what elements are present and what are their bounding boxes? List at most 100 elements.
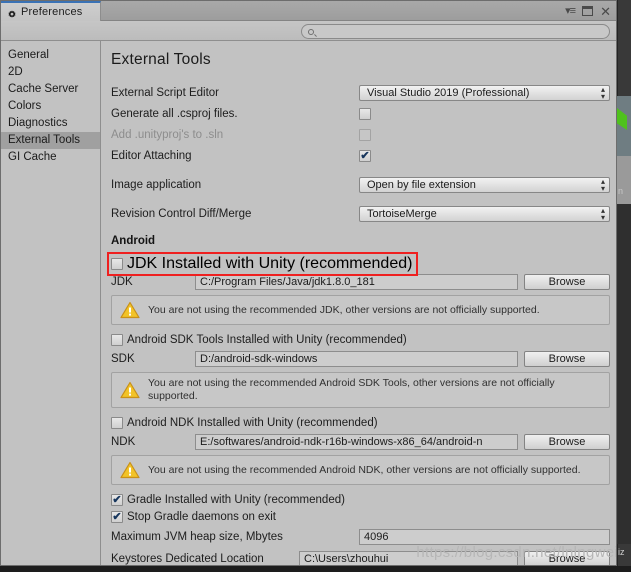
row-ndk-checkbox: Android NDK Installed with Unity (recomm… [111, 414, 610, 431]
row-generate-csproj: Generate all .csproj files. [111, 104, 610, 123]
checkbox-stop-gradle-daemons[interactable]: ✔ [111, 510, 123, 523]
dropdown-external-script-editor[interactable]: Visual Studio 2019 (Professional) ▴ ▾ [359, 84, 610, 101]
preferences-window: Preferences ▾≡ ✕ General 2D Cache Server… [0, 0, 617, 566]
label-ndk: NDK [111, 435, 136, 448]
input-keystores-location[interactable]: C:\Users\zhouhui [299, 550, 518, 565]
maximize-icon[interactable] [582, 6, 594, 16]
chevron-updown-icon: ▴ ▾ [600, 176, 605, 193]
label-sdk-installed: Android SDK Tools Installed with Unity (… [127, 333, 407, 346]
panel-menu-icon[interactable]: ▾≡ [565, 5, 576, 17]
label-keystores-location: Keystores Dedicated Location [111, 552, 264, 565]
warning-box-sdk: You are not using the recommended Androi… [111, 372, 610, 408]
backdrop-inspector-strip [617, 156, 631, 204]
search-bar-row [1, 21, 616, 41]
label-gradle-installed: Gradle Installed with Unity (recommended… [127, 493, 345, 506]
warning-text-sdk: You are not using the recommended Androi… [148, 377, 555, 402]
row-sdk-path: SDK D:/android-sdk-windows Browse [111, 349, 610, 368]
warning-text-jdk: You are not using the recommended JDK, o… [148, 303, 540, 316]
section-header-android: Android [111, 235, 156, 247]
tab-preferences[interactable]: Preferences [1, 1, 101, 21]
row-sdk-checkbox: Android SDK Tools Installed with Unity (… [111, 331, 610, 348]
checkbox-jdk-installed[interactable] [111, 258, 123, 270]
check-mark-icon: ✔ [112, 493, 122, 506]
window-body: General 2D Cache Server Colors Diagnosti… [1, 41, 616, 565]
backdrop-status-bar [0, 566, 631, 572]
warning-text-ndk: You are not using the recommended Androi… [148, 463, 581, 476]
warning-box-jdk: You are not using the recommended JDK, o… [111, 295, 610, 325]
warning-triangle-icon [120, 301, 140, 319]
label-jvm-heap: Maximum JVM heap size, Mbytes [111, 530, 283, 543]
label-ndk-installed: Android NDK Installed with Unity (recomm… [127, 416, 378, 429]
check-mark-icon: ✔ [112, 510, 122, 523]
content-pane: External Tools External Script Editor Vi… [101, 41, 616, 565]
label-add-unityproj: Add .unityproj's to .sln [111, 128, 224, 141]
row-image-application: Image application Open by file extension… [111, 175, 610, 194]
input-ndk-path[interactable]: E:/softwares/android-ndk-r16b-windows-x8… [195, 433, 518, 450]
gear-icon [7, 7, 17, 18]
row-revision-control: Revision Control Diff/Merge TortoiseMerg… [111, 204, 610, 223]
chevron-updown-icon: ▴ ▾ [600, 84, 605, 101]
screenshot-root: n iz Preferences ▾≡ ✕ General 2D Cache S… [0, 0, 631, 572]
browse-button-jdk[interactable]: Browse [524, 273, 610, 290]
row-ndk-path: NDK E:/softwares/android-ndk-r16b-window… [111, 432, 610, 451]
label-image-application: Image application [111, 178, 202, 191]
label-revision-control: Revision Control Diff/Merge [111, 207, 252, 220]
title-bar: Preferences ▾≡ ✕ [1, 1, 616, 21]
dropdown-value-script-editor: Visual Studio 2019 (Professional) [367, 86, 530, 99]
dropdown-value-image-application: Open by file extension [367, 178, 476, 191]
backdrop-text-n: n [618, 186, 624, 196]
warning-triangle-icon [120, 461, 140, 479]
label-editor-attaching: Editor Attaching [111, 149, 192, 162]
check-mark-icon: ✔ [360, 149, 370, 162]
page-title: External Tools [111, 51, 211, 68]
checkbox-editor-attaching[interactable]: ✔ [359, 149, 371, 162]
checkbox-generate-csproj[interactable] [359, 107, 371, 120]
row-jdk-checkbox: JDK Installed with Unity (recommended) [107, 252, 610, 276]
row-stop-gradle: ✔ Stop Gradle daemons on exit [111, 508, 610, 525]
sidebar-item-external-tools[interactable]: External Tools [1, 132, 100, 149]
search-box[interactable] [301, 24, 610, 39]
label-jdk: JDK [111, 275, 133, 288]
dropdown-image-application[interactable]: Open by file extension ▴ ▾ [359, 176, 610, 193]
checkbox-add-unityproj [359, 128, 371, 141]
backdrop-text-iz: iz [618, 547, 625, 557]
warning-box-ndk: You are not using the recommended Androi… [111, 455, 610, 485]
browse-button-sdk[interactable]: Browse [524, 350, 610, 367]
label-sdk: SDK [111, 352, 135, 365]
row-gradle-installed: ✔ Gradle Installed with Unity (recommend… [111, 491, 610, 508]
browse-button-keystores[interactable]: Browse [524, 550, 610, 565]
row-external-script-editor: External Script Editor Visual Studio 201… [111, 83, 610, 102]
close-icon[interactable]: ✕ [600, 5, 611, 18]
chevron-updown-icon: ▴ ▾ [600, 205, 605, 222]
sidebar: General 2D Cache Server Colors Diagnosti… [1, 41, 101, 565]
backdrop-dark-strip [617, 204, 631, 544]
checkbox-sdk-installed[interactable] [111, 333, 123, 346]
sidebar-item-general[interactable]: General [1, 47, 100, 64]
label-generate-csproj: Generate all .csproj files. [111, 107, 238, 120]
highlight-box-jdk: JDK Installed with Unity (recommended) [107, 252, 419, 276]
warning-triangle-icon [120, 381, 140, 399]
label-jdk-installed: JDK Installed with Unity (recommended) [127, 255, 413, 272]
row-jvm-heap: Maximum JVM heap size, Mbytes 4096 [111, 527, 610, 546]
sidebar-item-gi-cache[interactable]: GI Cache [1, 149, 100, 166]
search-input[interactable] [318, 26, 589, 37]
row-add-unityproj: Add .unityproj's to .sln [111, 125, 610, 144]
sidebar-item-diagnostics[interactable]: Diagnostics [1, 115, 100, 132]
sidebar-item-cache-server[interactable]: Cache Server [1, 81, 100, 98]
window-controls: ▾≡ ✕ [565, 1, 611, 21]
checkbox-gradle-installed[interactable]: ✔ [111, 493, 123, 506]
dropdown-value-revision-control: TortoiseMerge [367, 207, 437, 220]
input-jvm-heap[interactable]: 4096 [359, 528, 610, 545]
row-editor-attaching: Editor Attaching ✔ [111, 146, 610, 165]
tab-label: Preferences [21, 6, 83, 18]
sidebar-item-colors[interactable]: Colors [1, 98, 100, 115]
dropdown-revision-control[interactable]: TortoiseMerge ▴ ▾ [359, 205, 610, 222]
input-sdk-path[interactable]: D:/android-sdk-windows [195, 350, 518, 367]
sidebar-item-2d[interactable]: 2D [1, 64, 100, 81]
row-keystores: Keystores Dedicated Location C:\Users\zh… [111, 549, 610, 565]
label-stop-gradle-daemons: Stop Gradle daemons on exit [127, 510, 276, 523]
label-external-script-editor: External Script Editor [111, 86, 220, 99]
browse-button-ndk[interactable]: Browse [524, 433, 610, 450]
search-icon [308, 28, 314, 35]
checkbox-ndk-installed[interactable] [111, 416, 123, 429]
